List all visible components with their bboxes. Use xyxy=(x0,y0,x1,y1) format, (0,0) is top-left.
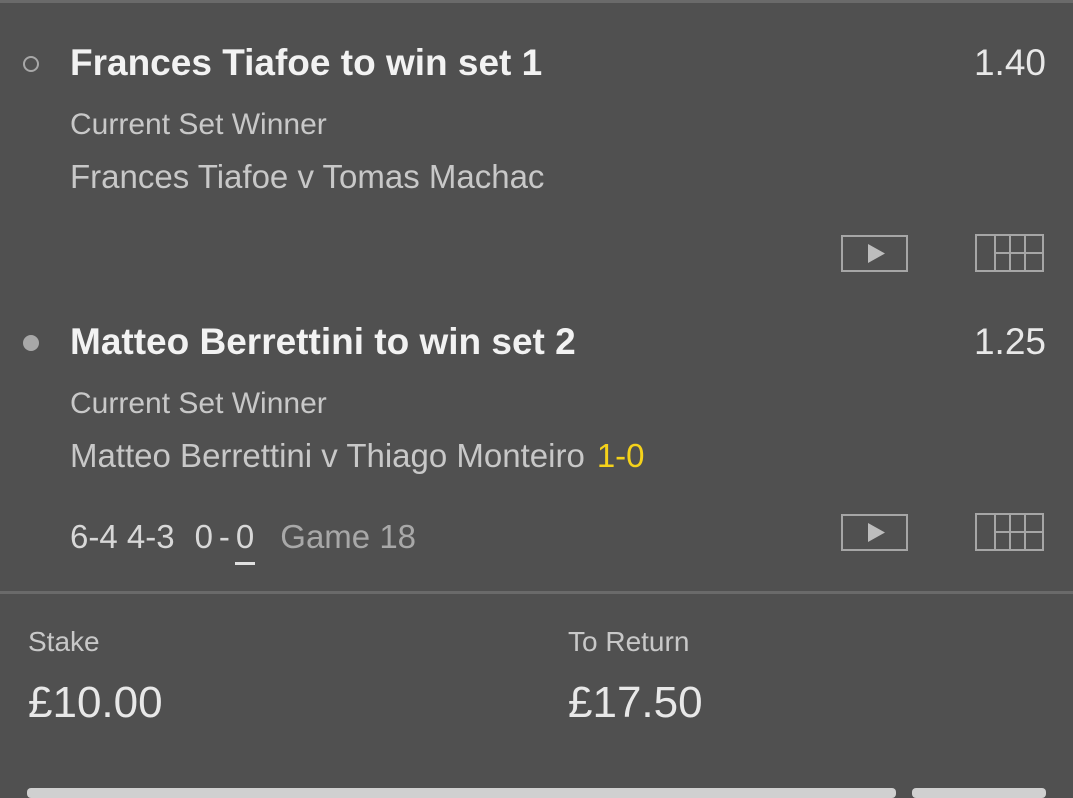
scoreboard-button[interactable] xyxy=(975,513,1044,551)
event-name-text: Frances Tiafoe v Tomas Machac xyxy=(70,158,545,195)
secondary-action-button-edge[interactable] xyxy=(912,788,1046,798)
scoreboard-icon xyxy=(994,236,1042,270)
point-score-player-a: 0 xyxy=(194,518,213,555)
return-summary: To Return £17.50 xyxy=(568,626,703,728)
point-score-player-b: 0 xyxy=(234,518,256,565)
selection-odds: 1.40 xyxy=(973,42,1046,83)
return-value: £17.50 xyxy=(568,678,703,727)
event-name: Matteo Berrettini v Thiago Monteiro 1-0 xyxy=(70,437,645,475)
return-label: To Return xyxy=(568,626,690,657)
point-score-separator: - xyxy=(218,518,230,555)
live-indicator-icon xyxy=(23,335,39,351)
event-name: Frances Tiafoe v Tomas Machac xyxy=(70,158,544,196)
bet-selection-2: Matteo Berrettini to win set 2 1.25 Curr… xyxy=(0,290,1073,590)
point-score: 0-0 xyxy=(194,518,256,565)
stake-summary: Stake £10.00 xyxy=(28,626,163,728)
market-name: Current Set Winner xyxy=(70,108,327,141)
selection-title[interactable]: Frances Tiafoe to win set 1 xyxy=(70,42,542,84)
bet-selection-1: Frances Tiafoe to win set 1 1.40 Current… xyxy=(0,0,1073,290)
selection-title[interactable]: Matteo Berrettini to win set 2 xyxy=(70,321,576,363)
play-icon xyxy=(868,523,885,542)
game-number: Game 18 xyxy=(280,518,417,555)
stake-value: £10.00 xyxy=(28,678,163,727)
event-name-text: Matteo Berrettini v Thiago Monteiro xyxy=(70,437,585,474)
market-name: Current Set Winner xyxy=(70,387,327,420)
set-scores: 6-4 4-3 xyxy=(70,518,175,555)
watch-stream-button[interactable] xyxy=(841,514,908,551)
scoreboard-button[interactable] xyxy=(975,234,1044,272)
not-started-indicator-icon xyxy=(23,56,39,72)
selection-odds: 1.25 xyxy=(973,321,1046,362)
stake-label: Stake xyxy=(28,626,100,657)
scoreboard-icon xyxy=(994,515,1042,549)
live-scoreline: 6-4 4-3 0-0 Game 18 xyxy=(70,518,417,565)
watch-stream-button[interactable] xyxy=(841,235,908,272)
cash-out-button-edge[interactable] xyxy=(27,788,896,798)
play-icon xyxy=(868,244,885,263)
summary-divider xyxy=(0,591,1073,594)
live-set-score: 1-0 xyxy=(596,437,645,474)
